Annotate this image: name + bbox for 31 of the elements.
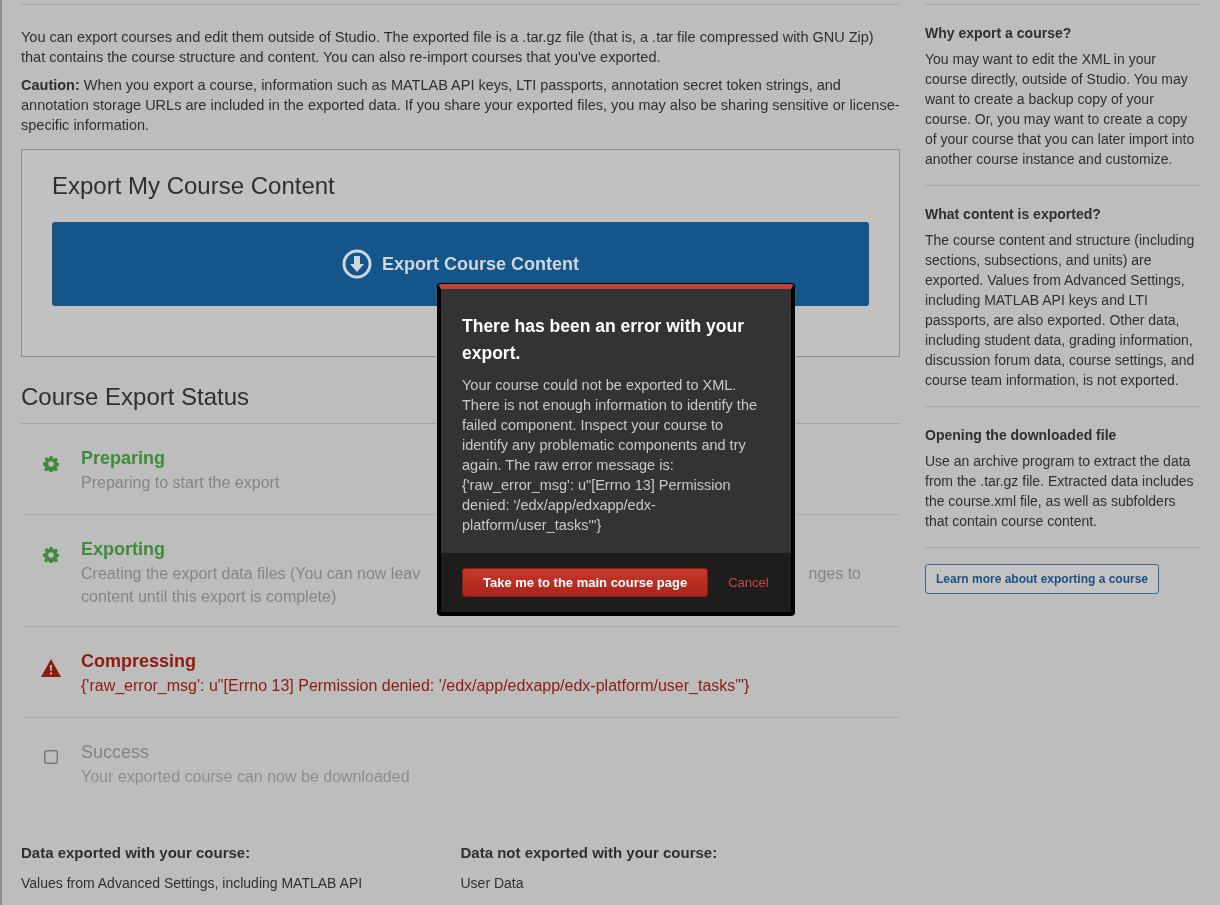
intro-paragraph: Caution: When you export a course, information such as MATLAB API keys, LTI passports, annotation secret token strings, and annotation storage URLs are included in the exported data. If you share your exported files, you may also be sharing sensitive or license-specific information.	[21, 76, 900, 135]
sidebar-text: You may want to edit the XML in your course directly, outside of Studio. You may want to create a backup copy of your course. Or, you may want to create a copy of your course that you can later import into another course instance and customize.	[925, 50, 1196, 169]
list-item: User Data	[460, 875, 525, 891]
list-title: Data exported with your course:	[21, 844, 252, 861]
list-title: Data not exported with your course:	[460, 844, 719, 861]
sidebar-heading: Why export a course?	[925, 25, 1073, 41]
step-title: Success	[81, 742, 150, 763]
step-description: Creating the export data files (You can now leav	[81, 564, 421, 584]
step-title: Preparing	[81, 448, 166, 469]
warning-icon	[41, 659, 61, 677]
intro-paragraph: You can export courses and edit them outside of Studio. The exported file is a .tar.gz file (that is, a .tar file compressed with GNU Zip) that contains the course structure and content. You can also re-import courses that you've exported.	[21, 28, 875, 67]
step-description: Preparing to start the export	[81, 474, 280, 491]
download-icon	[342, 249, 372, 279]
sidebar-text: Use an archive program to extract the data from the .tar.gz file. Extracted data includes the course.xml file, as well as subfolders that contain course content.	[925, 452, 1195, 531]
step-description: nges to	[808, 564, 861, 584]
main-page-button[interactable]: Take me to the main course page	[462, 568, 709, 597]
dialog-title: There has been an error with your export.	[462, 315, 746, 365]
sidebar-heading: What content is exported?	[925, 206, 1102, 222]
sidebar-heading: Opening the downloaded file	[925, 427, 1118, 443]
step-description: {'raw_error_msg': u"[Errno 13] Permission denied: '/edx/app/edxapp/edx-platform/user_tasks'"}	[81, 677, 750, 694]
step-title: Exporting	[81, 539, 165, 560]
square-icon	[44, 750, 58, 764]
list-item: Values from Advanced Settings, including MATLAB API	[21, 875, 364, 891]
panel-title: Export My Course Content	[52, 172, 336, 200]
step-title: Compressing	[81, 651, 197, 672]
learn-more-button[interactable]: Learn more about exporting a course	[925, 564, 1160, 594]
gear-icon	[43, 456, 59, 472]
gear-icon	[43, 547, 59, 563]
sidebar-text: The course content and structure (including sections, subsections, and units) are exported. Values from Advanced Settings, including MATLAB API keys and LTI passports, are also exported. Other data, including student data, grading information, discussion forum data, course settings, and course team information, is not exported.	[925, 231, 1196, 390]
step-description: content until this export is complete)	[81, 588, 337, 605]
cancel-link[interactable]: Cancel	[728, 575, 769, 590]
